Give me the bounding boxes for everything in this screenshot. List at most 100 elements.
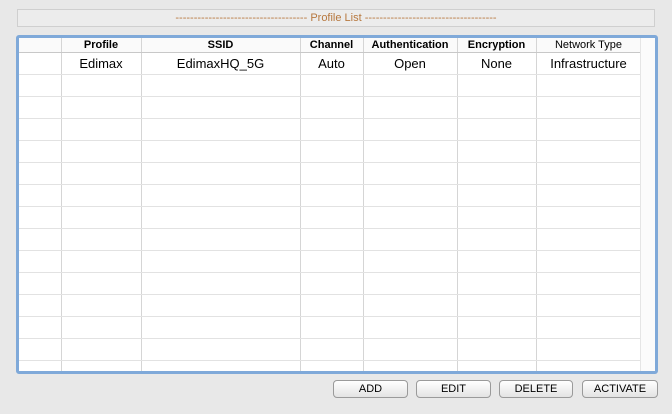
empty-cell xyxy=(19,338,62,361)
profile-table: Profile SSID Channel Authentication Encr… xyxy=(19,38,642,371)
column-header-network-type[interactable]: Network Type xyxy=(536,38,642,53)
empty-cell xyxy=(61,162,142,185)
edit-button[interactable]: EDIT xyxy=(416,380,491,398)
empty-cell xyxy=(61,316,142,339)
empty-cell xyxy=(19,184,62,207)
empty-cell xyxy=(61,74,142,97)
empty-cell xyxy=(363,272,458,295)
empty-cell xyxy=(19,140,62,163)
empty-cell xyxy=(61,294,142,317)
empty-cell xyxy=(300,184,364,207)
empty-cell xyxy=(61,140,142,163)
empty-cell xyxy=(300,338,364,361)
column-header-select[interactable] xyxy=(19,38,62,53)
empty-cell xyxy=(141,360,301,371)
empty-cell xyxy=(363,96,458,119)
empty-cell xyxy=(457,162,537,185)
empty-cell xyxy=(536,96,642,119)
empty-row[interactable] xyxy=(19,74,642,97)
empty-cell xyxy=(457,316,537,339)
empty-cell xyxy=(536,338,642,361)
empty-cell xyxy=(61,250,142,273)
profile-list-title: ------------------------------------ Pro… xyxy=(17,9,655,27)
empty-cell xyxy=(457,294,537,317)
empty-cell xyxy=(536,74,642,97)
empty-row[interactable] xyxy=(19,228,642,251)
empty-cell xyxy=(61,228,142,251)
empty-cell xyxy=(141,250,301,273)
table-row[interactable]: Edimax EdimaxHQ_5G Auto Open None Infras… xyxy=(19,52,642,75)
empty-cell xyxy=(141,206,301,229)
empty-cell xyxy=(19,228,62,251)
empty-row[interactable] xyxy=(19,184,642,207)
empty-cell xyxy=(536,294,642,317)
empty-cell xyxy=(19,316,62,339)
empty-cell xyxy=(363,140,458,163)
empty-cell xyxy=(300,206,364,229)
empty-cell xyxy=(61,360,142,371)
empty-row[interactable] xyxy=(19,206,642,229)
empty-cell xyxy=(300,250,364,273)
empty-cell xyxy=(19,206,62,229)
empty-cell xyxy=(536,250,642,273)
empty-cell xyxy=(300,228,364,251)
empty-cell xyxy=(536,118,642,141)
empty-row[interactable] xyxy=(19,162,642,185)
empty-cell xyxy=(536,360,642,371)
column-header-ssid[interactable]: SSID xyxy=(141,38,301,53)
empty-cell xyxy=(536,316,642,339)
empty-cell xyxy=(19,360,62,371)
column-header-profile[interactable]: Profile xyxy=(61,38,142,53)
empty-cell xyxy=(141,162,301,185)
column-header-authentication[interactable]: Authentication xyxy=(363,38,458,53)
empty-cell xyxy=(457,228,537,251)
empty-row[interactable] xyxy=(19,96,642,119)
empty-cell xyxy=(141,184,301,207)
delete-button[interactable]: DELETE xyxy=(499,380,573,398)
empty-cell xyxy=(19,96,62,119)
add-button[interactable]: ADD xyxy=(333,380,408,398)
empty-cell xyxy=(141,316,301,339)
empty-row[interactable] xyxy=(19,360,642,371)
empty-cell xyxy=(363,184,458,207)
table-scrollbar[interactable] xyxy=(640,38,655,371)
column-header-encryption[interactable]: Encryption xyxy=(457,38,537,53)
empty-cell xyxy=(457,184,537,207)
empty-cell xyxy=(141,118,301,141)
empty-row[interactable] xyxy=(19,272,642,295)
empty-cell xyxy=(300,96,364,119)
empty-cell xyxy=(363,206,458,229)
empty-cell xyxy=(363,74,458,97)
empty-cell xyxy=(141,272,301,295)
empty-cell xyxy=(457,118,537,141)
empty-cell xyxy=(141,96,301,119)
button-bar: ADD EDIT DELETE ACTIVATE xyxy=(0,380,672,400)
empty-row[interactable] xyxy=(19,294,642,317)
empty-cell xyxy=(363,250,458,273)
empty-cell xyxy=(363,228,458,251)
empty-row[interactable] xyxy=(19,250,642,273)
empty-cell xyxy=(300,118,364,141)
empty-row[interactable] xyxy=(19,118,642,141)
empty-row[interactable] xyxy=(19,338,642,361)
empty-cell xyxy=(363,118,458,141)
empty-cell xyxy=(300,360,364,371)
empty-cell xyxy=(61,96,142,119)
empty-cell xyxy=(300,316,364,339)
column-header-channel[interactable]: Channel xyxy=(300,38,364,53)
empty-cell xyxy=(19,118,62,141)
empty-cell xyxy=(457,338,537,361)
empty-cell xyxy=(457,96,537,119)
empty-row[interactable] xyxy=(19,140,642,163)
empty-cell xyxy=(536,272,642,295)
empty-cell xyxy=(61,206,142,229)
cell-profile: Edimax xyxy=(61,52,142,75)
empty-cell xyxy=(141,74,301,97)
activate-button[interactable]: ACTIVATE xyxy=(582,380,658,398)
empty-cell xyxy=(363,162,458,185)
empty-cell xyxy=(61,272,142,295)
empty-cell xyxy=(457,360,537,371)
empty-cell xyxy=(457,74,537,97)
empty-row[interactable] xyxy=(19,316,642,339)
empty-cell xyxy=(61,338,142,361)
